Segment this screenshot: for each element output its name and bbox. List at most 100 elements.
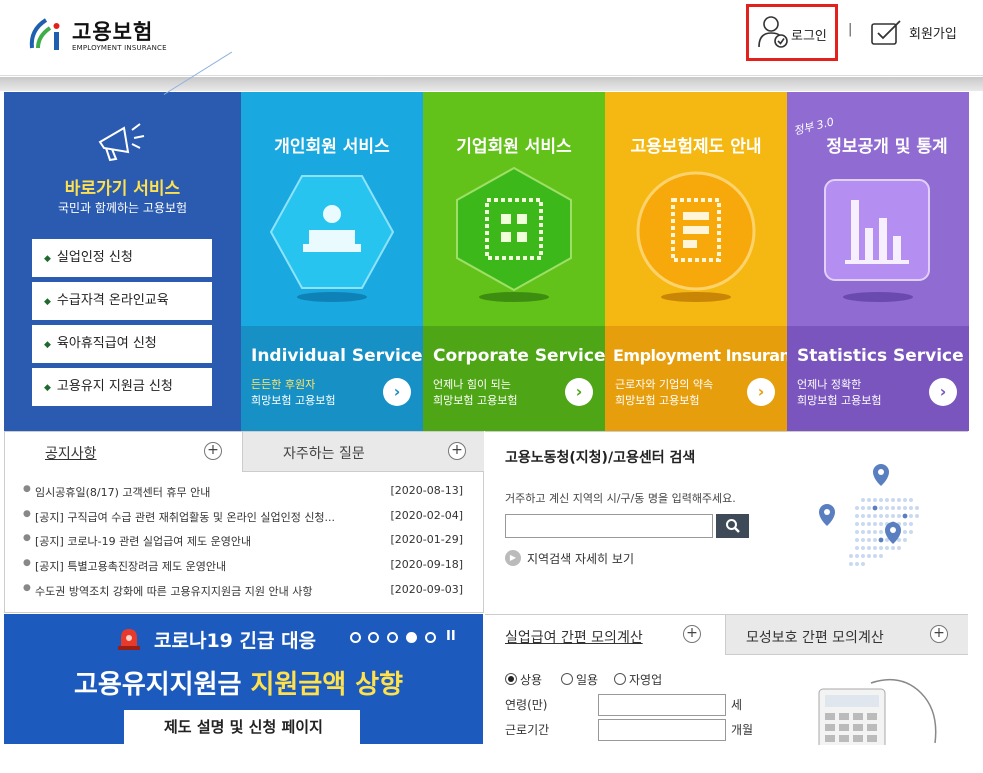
quick-item-unemployment[interactable]: ◆ 실업인정 신청 (32, 239, 212, 277)
siren-icon (118, 629, 140, 650)
tile-individual[interactable]: 개인회원 서비스 Individual Service 든든한 후원자 희망보험… (241, 92, 423, 431)
notice-row[interactable]: ● [공지] 구직급여 수급 관련 재취업활동 및 온라인 실업인정 신청... [… (23, 509, 463, 529)
quick-item-parental-leave[interactable]: ◆ 육아휴직급여 신청 (32, 325, 212, 363)
office-search-button[interactable] (716, 514, 749, 538)
work-period-label: 근로기간 (505, 723, 550, 737)
tab-unemployment-calc[interactable]: 실업급여 간편 모의계산 + (485, 615, 725, 655)
promo-banner[interactable]: 코로나19 긴급 대응 II 고용유지지원금 지원금액 상향 제도 설명 및 신… (4, 614, 483, 744)
tile-english-title: Statistics Service (797, 346, 964, 366)
office-search-title: 고용노동청(지청)/고용센터 검색 (505, 450, 696, 466)
tile-bottom: Employment Insurance 근로자와 기업의 약속 희망보험 고용… (605, 326, 787, 431)
banner-main-highlight: 지원금액 상향 (250, 670, 404, 700)
tile-shadow (661, 292, 731, 302)
tile-statistics[interactable]: 정부 3.0 정보공개 및 통계 Statistics Service 언제나 … (787, 92, 969, 431)
banner-headline: 코로나19 긴급 대응 (154, 630, 317, 652)
plus-icon[interactable]: + (448, 442, 466, 460)
notice-row[interactable]: ● [공지] 코로나-19 관련 실업급여 제도 운영안내 [2020-01-29] (23, 533, 463, 553)
quick-item-label: 육아휴직급여 신청 (56, 336, 157, 351)
join-button[interactable]: 회원가입 (870, 18, 970, 48)
tile-shadow (479, 292, 549, 302)
office-search-input[interactable] (505, 514, 713, 538)
radio-circle[interactable] (561, 673, 573, 685)
tab-notice[interactable]: 공지사항 + (5, 432, 242, 472)
chevron-right-icon[interactable]: › (747, 378, 775, 406)
notice-title: 임시공휴일(8/17) 고객센터 휴무 안내 (35, 486, 211, 499)
work-period-input[interactable] (598, 719, 726, 741)
search-icon (726, 519, 740, 533)
tile-shadow (297, 292, 367, 302)
notice-row[interactable]: ● 수도권 방역조치 강화에 따른 고용유지지원금 지원 안내 사항 [2020-0… (23, 583, 463, 603)
join-label: 회원가입 (909, 27, 957, 42)
chevron-right-icon[interactable]: › (565, 378, 593, 406)
slide-dot[interactable] (350, 632, 361, 643)
radio-daily[interactable]: 일용 (561, 671, 598, 688)
notice-date: [2020-08-13] (390, 484, 463, 497)
chevron-right-icon[interactable]: › (383, 378, 411, 406)
tile-desc-1: 언제나 정확한 (797, 378, 862, 391)
notice-row[interactable]: ● 임시공휴일(8/17) 고객센터 휴무 안내 [2020-08-13] (23, 484, 463, 504)
radio-circle[interactable] (614, 673, 626, 685)
korea-map-icon (819, 464, 919, 566)
chevron-right-icon[interactable]: › (929, 378, 957, 406)
diamond-bullet-icon: ◆ (44, 383, 51, 393)
age-input[interactable] (598, 694, 726, 716)
quick-service-panel: 바로가기 서비스 국민과 함께하는 고용보험 ◆ 실업인정 신청 ◆ 수급자격 온라… (4, 51, 241, 431)
login-button[interactable]: 로그인 (746, 4, 838, 61)
logo-subtitle: EMPLOYMENT INSURANCE (72, 44, 167, 52)
tile-bottom: Corporate Service 언제나 힘이 되는 희망보험 고용보험 › (423, 326, 605, 431)
calculator-icon (818, 678, 937, 745)
diamond-bullet-icon: ◆ (44, 297, 51, 307)
work-period-unit: 개월 (731, 723, 754, 737)
diamond-bullet-icon: ◆ (44, 340, 51, 350)
slide-dot[interactable] (425, 632, 436, 643)
play-circle-icon: ▶ (505, 550, 521, 566)
tile-title: 개인회원 서비스 (274, 137, 390, 157)
tile-title: 기업회원 서비스 (456, 137, 572, 157)
tab-faq[interactable]: 자주하는 질문 + (242, 432, 484, 472)
tile-corporate[interactable]: 기업회원 서비스 Corporate Service 언제나 힘이 되는 희망보… (423, 92, 605, 431)
signup-icon (871, 20, 901, 45)
radio-self-employed[interactable]: 자영업 (614, 671, 662, 688)
slide-dot[interactable] (368, 632, 379, 643)
radio-label: 일용 (576, 673, 599, 687)
calculator-panel: 실업급여 간편 모의계산 + 모성보호 간편 모의계산 + 상용 일용 자영업 … (485, 614, 968, 745)
tile-title: 고용보험제도 안내 (630, 137, 762, 157)
diamond-bullet-icon: ◆ (44, 254, 51, 264)
login-label: 로그인 (791, 29, 827, 44)
office-detail-link[interactable]: 지역검색 자세히 보기 (527, 550, 634, 567)
quick-subtitle: 국민과 함께하는 고용보험 (57, 201, 188, 215)
office-search-panel: 고용노동청(지청)/고용센터 검색 거주하고 계신 지역의 시/구/동 명을 입… (485, 431, 968, 614)
plus-icon[interactable]: + (930, 625, 948, 643)
pause-icon[interactable]: II (446, 629, 456, 644)
notice-date: [2020-09-03] (390, 583, 463, 596)
tile-desc-2: 희망보험 고용보험 (615, 394, 700, 407)
radio-label: 자영업 (629, 673, 663, 687)
age-label: 연령(만) (505, 698, 548, 712)
tile-english-title: Employment Insurance (613, 346, 787, 365)
document-circle-icon (636, 171, 756, 291)
quick-title: 바로가기 서비스 (64, 179, 181, 199)
plus-icon[interactable]: + (683, 625, 701, 643)
notice-title: 수도권 방역조치 강화에 따른 고용유지지원금 지원 안내 사항 (35, 585, 313, 598)
bar-chart-icon (824, 179, 930, 281)
radio-circle[interactable] (505, 673, 517, 685)
site-header: 고용보험 EMPLOYMENT INSURANCE 로그인 | 회원가입 (0, 0, 983, 76)
tile-title: 정보공개 및 통계 (826, 137, 948, 157)
notice-date: [2020-02-04] (390, 509, 463, 522)
slide-dot-active[interactable] (406, 632, 417, 643)
tile-desc-2: 희망보험 고용보험 (251, 394, 336, 407)
radio-regular[interactable]: 상용 (505, 671, 542, 688)
header-separator: | (848, 22, 853, 37)
tile-desc-1: 언제나 힘이 되는 (433, 378, 511, 391)
quick-item-retention[interactable]: ◆ 고용유지 지원금 신청 (32, 368, 212, 406)
tab-maternity-calc[interactable]: 모성보호 간편 모의계산 + (725, 615, 968, 655)
plus-icon[interactable]: + (204, 442, 222, 460)
tile-employment-insurance[interactable]: 고용보험제도 안내 Employment Insurance 근로자와 기업의 … (605, 92, 787, 431)
quick-item-education[interactable]: ◆ 수급자격 온라인교육 (32, 282, 212, 320)
bullet-icon: ● (23, 533, 31, 543)
bullet-icon: ● (23, 583, 31, 593)
notice-row[interactable]: ● [공지] 특별고용촉진장려금 제도 운영안내 [2020-09-18] (23, 558, 463, 578)
bullet-icon: ● (23, 509, 31, 519)
tile-bottom: Statistics Service 언제나 정확한 희망보험 고용보험 › (787, 326, 969, 431)
slide-dot[interactable] (387, 632, 398, 643)
